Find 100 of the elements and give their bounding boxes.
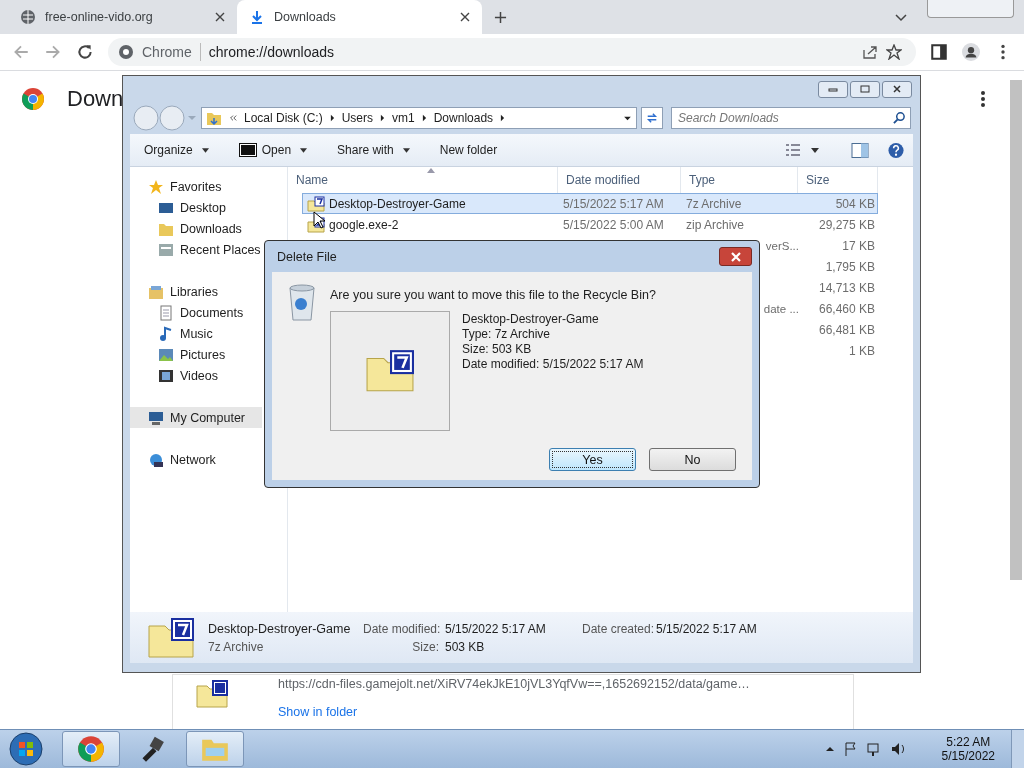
breadcrumb[interactable]: Downloads xyxy=(433,111,494,125)
nav-item[interactable]: My Computer xyxy=(130,407,262,428)
star-icon xyxy=(148,178,164,195)
chevron-icon[interactable] xyxy=(895,14,907,22)
preview-pane-icon[interactable] xyxy=(851,141,869,159)
type-cell: verS... xyxy=(765,239,799,252)
library-icon xyxy=(148,283,164,300)
clock-date: 5/15/2022 xyxy=(941,749,995,763)
dialog-question: Are you sure you want to move this file to the Recycle Bin? xyxy=(330,288,657,302)
nav-item[interactable]: Network xyxy=(130,449,287,470)
details-value: 5/15/2022 5:17 AM xyxy=(445,621,547,636)
refresh-button[interactable] xyxy=(641,107,663,129)
type-cell: 7z Archive xyxy=(686,196,742,211)
minimize-icon xyxy=(828,85,838,93)
dropdown-icon[interactable] xyxy=(623,115,632,121)
recent-icon xyxy=(158,241,174,258)
details-file-type: 7z Archive xyxy=(208,639,265,654)
show-in-folder-link[interactable]: Show in folder xyxy=(278,705,750,719)
view-options-icon[interactable] xyxy=(785,143,819,157)
double-chevron-icon xyxy=(229,114,237,122)
nav-item[interactable]: Music xyxy=(130,323,287,344)
search-icon xyxy=(893,111,906,124)
new-tab-icon[interactable] xyxy=(494,11,507,24)
profile-icon[interactable] xyxy=(962,43,980,61)
address-field[interactable]: Local Disk (C:) Users vm1 Downloads xyxy=(201,107,637,129)
close-icon xyxy=(892,85,902,93)
archive-file-icon xyxy=(196,680,228,708)
pictures-icon xyxy=(158,346,174,363)
close-icon[interactable] xyxy=(460,12,470,22)
browser-tab[interactable]: Downloads xyxy=(237,0,482,34)
caret-icon xyxy=(402,147,410,153)
size-cell: 66,460 KB xyxy=(818,301,875,316)
clock[interactable]: 5:22 AM 5/15/2022 xyxy=(941,735,995,763)
archive-file-icon xyxy=(366,350,414,392)
chrome-icon xyxy=(118,44,134,60)
dialog-button[interactable]: Yes xyxy=(549,448,636,471)
nav-item[interactable]: Videos xyxy=(130,365,287,386)
toolbar-button[interactable]: Share with xyxy=(331,140,416,160)
address-bar[interactable]: Chrome chrome://downloads xyxy=(108,38,916,66)
close-icon xyxy=(729,251,742,262)
details-label: Date modified: xyxy=(363,621,442,636)
close-icon[interactable] xyxy=(215,12,225,22)
archive-file-icon xyxy=(148,617,194,658)
file-property: Type: 7z Archive xyxy=(462,327,552,341)
computer-icon xyxy=(148,409,164,426)
arrow-icon[interactable] xyxy=(421,114,427,122)
archive-app-icon xyxy=(238,143,257,157)
arrow-icon[interactable] xyxy=(329,114,335,122)
help-icon[interactable] xyxy=(887,141,905,159)
dialog-title: Delete File xyxy=(277,249,337,264)
chrome-logo-icon xyxy=(21,87,45,111)
search-field[interactable]: Search Downloads xyxy=(671,107,911,129)
nav-item[interactable]: Libraries xyxy=(130,281,287,302)
star-icon[interactable] xyxy=(886,44,902,60)
file-property: Size: 503 KB xyxy=(462,342,533,356)
side-panel-icon[interactable] xyxy=(930,43,948,61)
minimize-button[interactable] xyxy=(818,80,848,98)
globe-icon xyxy=(20,9,36,25)
recycle-bin-icon xyxy=(288,284,316,322)
sort-arrow-icon xyxy=(427,168,435,173)
cursor-icon xyxy=(313,211,325,229)
nav-item[interactable]: Desktop xyxy=(130,197,287,218)
file-row[interactable]: Desktop-Destroyer-Game 5/15/2022 5:17 AM 7z Archive 504 KB xyxy=(302,193,878,214)
file-name: Desktop-Destroyer-Game xyxy=(329,196,466,211)
toolbar-button[interactable]: New folder xyxy=(433,140,504,160)
file-property: Date modified: 5/15/2022 5:17 AM xyxy=(462,357,644,371)
more-icon[interactable] xyxy=(980,90,986,108)
toolbar-button[interactable]: Organize xyxy=(138,140,215,160)
size-cell: 17 KB xyxy=(842,238,875,253)
breadcrumb[interactable]: Users xyxy=(341,111,374,125)
chrome-icon xyxy=(77,735,105,763)
archive-file-icon xyxy=(307,195,325,212)
start-button[interactable] xyxy=(9,732,43,766)
dialog-button[interactable]: No xyxy=(649,448,736,471)
type-cell: zip Archive xyxy=(686,217,745,232)
arrow-icon[interactable] xyxy=(500,114,506,122)
nav-item[interactable]: Downloads xyxy=(130,218,287,239)
music-icon xyxy=(158,325,174,342)
details-label: Date created: xyxy=(582,621,656,636)
browser-tab[interactable]: free-online-vido.org xyxy=(8,0,237,34)
page-title: Down xyxy=(67,86,124,112)
reload-icon[interactable] xyxy=(76,43,94,61)
file-name: google.exe-2 xyxy=(329,217,399,232)
details-value: 5/15/2022 5:17 AM xyxy=(656,621,757,636)
toolbar-button[interactable]: Open xyxy=(232,140,314,160)
download-url: https://cdn-files.gamejolt.net/XiRV74ekJkE10jVL3YqfVw==,1652692152/data/game… xyxy=(278,677,750,691)
share-icon[interactable] xyxy=(862,44,878,60)
arrow-icon[interactable] xyxy=(380,114,386,122)
clock-time: 5:22 AM xyxy=(946,735,991,749)
folder-icon xyxy=(206,110,222,126)
nav-item[interactable]: Documents xyxy=(130,302,287,323)
nav-item[interactable]: Pictures xyxy=(130,344,287,365)
breadcrumb[interactable]: Local Disk (C:) xyxy=(244,111,323,125)
nav-item[interactable]: Favorites xyxy=(130,176,287,197)
close-button[interactable] xyxy=(719,247,752,266)
breadcrumb[interactable]: vm1 xyxy=(392,111,415,125)
details-file-name: Desktop-Destroyer-Game xyxy=(208,621,352,636)
scrollbar[interactable] xyxy=(1010,80,1022,580)
close-button[interactable] xyxy=(882,80,912,98)
maximize-icon xyxy=(860,85,870,93)
